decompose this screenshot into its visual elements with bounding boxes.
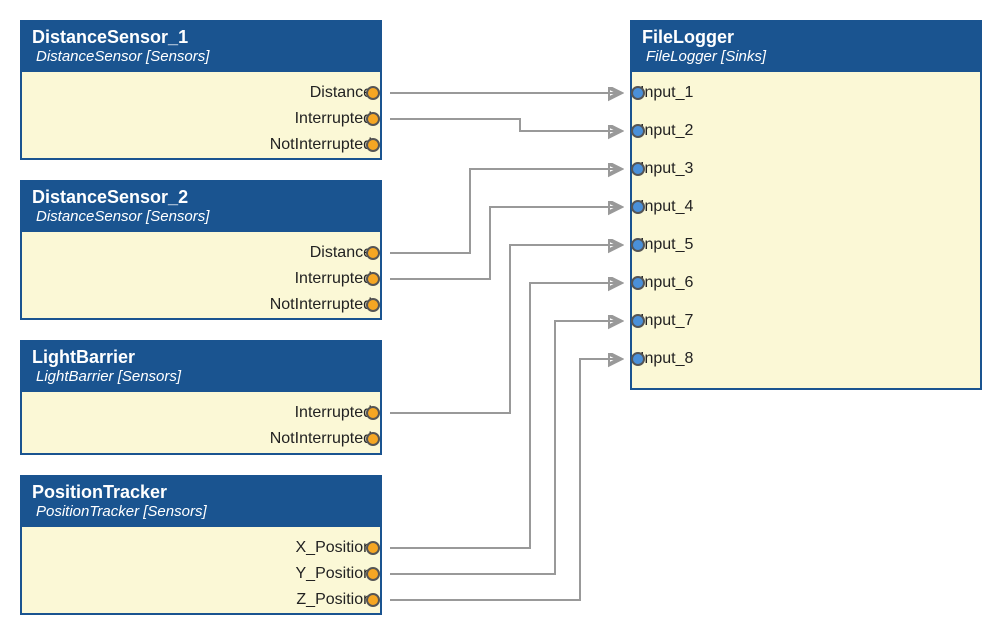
output-port-icon[interactable] xyxy=(366,246,380,260)
port-input-6[interactable]: Input_6 xyxy=(640,270,693,296)
port-input-1[interactable]: Input_1 xyxy=(640,80,693,106)
node-title: FileLogger xyxy=(642,26,970,48)
wire-ds2-distance-to-input3 xyxy=(390,169,620,253)
input-port-icon[interactable] xyxy=(631,162,645,176)
port-label: NotInterrupted xyxy=(270,296,372,313)
output-port-icon[interactable] xyxy=(366,86,380,100)
node-title: PositionTracker xyxy=(32,481,370,503)
port-input-7[interactable]: Input_7 xyxy=(640,308,693,334)
port-notinterrupted[interactable]: NotInterrupted xyxy=(270,132,372,158)
node-subtype: PositionTracker [Sensors] xyxy=(32,503,370,521)
port-label: Z_Position xyxy=(296,591,372,608)
node-positiontracker[interactable]: PositionTracker PositionTracker [Sensors… xyxy=(20,475,382,615)
node-header: DistanceSensor_1 DistanceSensor [Sensors… xyxy=(22,22,380,72)
port-input-5[interactable]: Input_5 xyxy=(640,232,693,258)
port-interrupted[interactable]: Interrupted xyxy=(295,400,372,426)
input-port-icon[interactable] xyxy=(631,200,645,214)
port-label: Interrupted xyxy=(295,404,372,421)
output-port-icon[interactable] xyxy=(366,406,380,420)
output-port-icon[interactable] xyxy=(366,567,380,581)
node-subtype: DistanceSensor [Sensors] xyxy=(32,48,370,66)
port-label: Input_7 xyxy=(640,312,693,329)
node-header: LightBarrier LightBarrier [Sensors] xyxy=(22,342,380,392)
port-label: Distance xyxy=(310,84,372,101)
input-port-icon[interactable] xyxy=(631,352,645,366)
port-x-position[interactable]: X_Position xyxy=(296,535,373,561)
port-label: Interrupted xyxy=(295,110,372,127)
port-interrupted[interactable]: Interrupted xyxy=(295,266,372,292)
output-port-icon[interactable] xyxy=(366,112,380,126)
node-header: FileLogger FileLogger [Sinks] xyxy=(632,22,980,72)
port-input-2[interactable]: Input_2 xyxy=(640,118,693,144)
port-label: Input_3 xyxy=(640,160,693,177)
port-label: Y_Position xyxy=(296,565,373,582)
port-distance[interactable]: Distance xyxy=(310,80,372,106)
wire-pt-z-to-input8 xyxy=(390,359,620,600)
port-label: NotInterrupted xyxy=(270,430,372,447)
input-port-icon[interactable] xyxy=(631,124,645,138)
wire-pt-x-to-input6 xyxy=(390,283,620,548)
output-port-icon[interactable] xyxy=(366,541,380,555)
port-input-4[interactable]: Input_4 xyxy=(640,194,693,220)
port-label: Input_8 xyxy=(640,350,693,367)
node-header: DistanceSensor_2 DistanceSensor [Sensors… xyxy=(22,182,380,232)
port-label: Input_1 xyxy=(640,84,693,101)
input-port-icon[interactable] xyxy=(631,238,645,252)
node-subtype: FileLogger [Sinks] xyxy=(642,48,970,66)
wire-ds2-interrupted-to-input4 xyxy=(390,207,620,279)
node-distancesensor-2[interactable]: DistanceSensor_2 DistanceSensor [Sensors… xyxy=(20,180,382,320)
output-port-icon[interactable] xyxy=(366,432,380,446)
port-label: Interrupted xyxy=(295,270,372,287)
output-port-icon[interactable] xyxy=(366,593,380,607)
port-label: Input_2 xyxy=(640,122,693,139)
node-subtype: LightBarrier [Sensors] xyxy=(32,368,370,386)
port-label: NotInterrupted xyxy=(270,136,372,153)
port-notinterrupted[interactable]: NotInterrupted xyxy=(270,426,372,452)
node-title: DistanceSensor_2 xyxy=(32,186,370,208)
port-input-3[interactable]: Input_3 xyxy=(640,156,693,182)
port-input-8[interactable]: Input_8 xyxy=(640,346,693,372)
port-notinterrupted[interactable]: NotInterrupted xyxy=(270,292,372,318)
port-y-position[interactable]: Y_Position xyxy=(296,561,373,587)
wire-ds1-interrupted-to-input2 xyxy=(390,119,620,131)
input-port-icon[interactable] xyxy=(631,276,645,290)
wire-pt-y-to-input7 xyxy=(390,321,620,574)
diagram-canvas: DistanceSensor_1 DistanceSensor [Sensors… xyxy=(20,20,983,624)
port-label: Input_4 xyxy=(640,198,693,215)
node-subtype: DistanceSensor [Sensors] xyxy=(32,208,370,226)
output-port-icon[interactable] xyxy=(366,272,380,286)
port-distance[interactable]: Distance xyxy=(310,240,372,266)
node-title: DistanceSensor_1 xyxy=(32,26,370,48)
port-interrupted[interactable]: Interrupted xyxy=(295,106,372,132)
port-z-position[interactable]: Z_Position xyxy=(296,587,372,613)
node-lightbarrier[interactable]: LightBarrier LightBarrier [Sensors] Inte… xyxy=(20,340,382,455)
wire-lb-interrupted-to-input5 xyxy=(390,245,620,413)
port-label: Distance xyxy=(310,244,372,261)
port-label: X_Position xyxy=(296,539,373,556)
output-port-icon[interactable] xyxy=(366,138,380,152)
output-port-icon[interactable] xyxy=(366,298,380,312)
input-port-icon[interactable] xyxy=(631,86,645,100)
node-distancesensor-1[interactable]: DistanceSensor_1 DistanceSensor [Sensors… xyxy=(20,20,382,160)
node-header: PositionTracker PositionTracker [Sensors… xyxy=(22,477,380,527)
port-label: Input_5 xyxy=(640,236,693,253)
node-filelogger[interactable]: FileLogger FileLogger [Sinks] Input_1 In… xyxy=(630,20,982,390)
node-title: LightBarrier xyxy=(32,346,370,368)
port-label: Input_6 xyxy=(640,274,693,291)
input-port-icon[interactable] xyxy=(631,314,645,328)
